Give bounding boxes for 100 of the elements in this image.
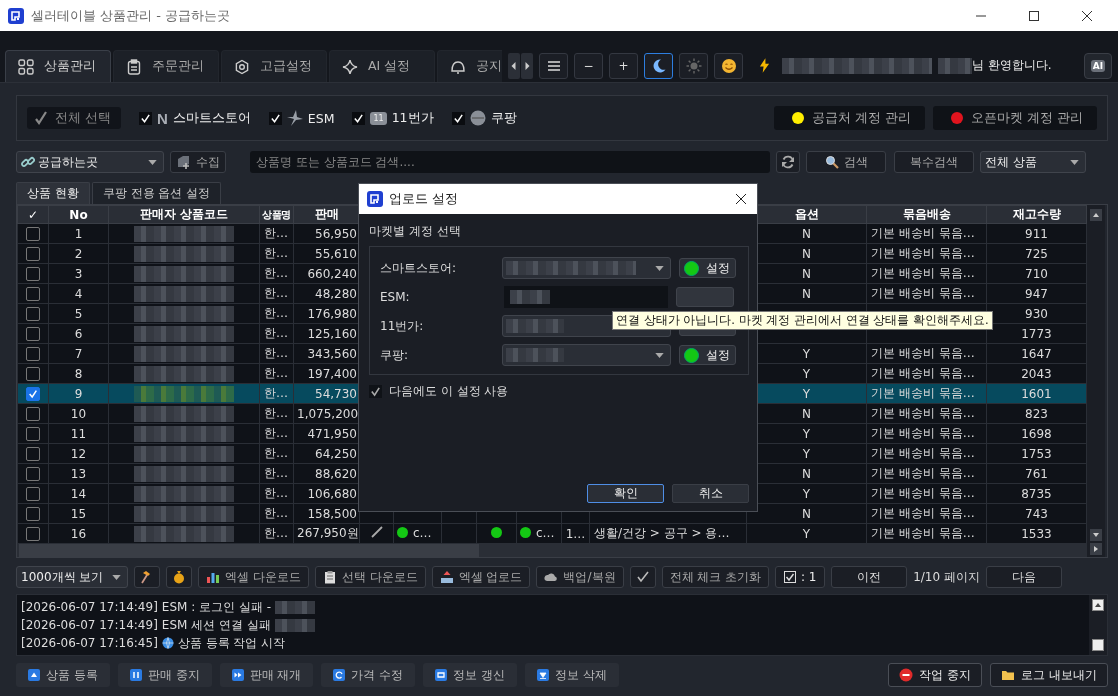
window-title: 셀러테이블 상품관리 - 공급하는곳 [31,6,231,25]
market-label: 11번가: [380,317,425,335]
table-cell: 한… [264,306,288,320]
table-cell: 생활/건강 > 공구 > 용… [594,526,730,540]
table-cell: 197,400 [307,366,357,381]
table-cell: 2 [74,246,83,261]
log-message: 상품 등록 작업 시작 [177,634,286,652]
log-message: ESM : 로그인 실패 - [161,598,271,616]
table-cell: 1647 [1021,346,1052,361]
table-cell: 1… [565,526,586,541]
table-cell: 823 [1025,406,1048,421]
section-title: 마켓별 계정 선택 [369,223,462,240]
table-cell: Y [802,426,811,441]
table-cell: 343,560 [307,346,357,361]
table-cell: 5 [74,306,83,321]
table-cell: 12 [70,446,87,461]
table-cell: 267,950원 [297,526,359,540]
table-cell: 기본 배송비 묶음… [871,446,975,460]
table-cell: c… [536,525,555,540]
table-cell: 기본 배송비 묶음… [871,506,975,520]
table-cell: 한… [264,326,288,340]
table-cell: 911 [1025,226,1048,241]
table-cell: 930 [1025,306,1048,321]
table-cell: 한… [264,366,288,380]
market-logo: 11 [370,111,387,125]
table-cell: N [802,246,811,261]
table-cell: Y [802,386,811,401]
table-cell: N [802,506,811,521]
market-label: 스마트스토어 [172,109,251,127]
table-cell: 한… [264,466,288,480]
table-cell: 한… [264,406,288,420]
tooltip: 연결 상태가 아닙니다. 마켓 계정 관리에서 연결 상태를 확인해주세요. [612,311,993,330]
table-cell: 기본 배송비 묶음… [871,486,975,500]
table-cell: 기본 배송비 묶음… [871,266,975,280]
checkbox-label: 다음에도 이 설정 사용 [389,383,509,400]
table-cell: Y [802,486,811,501]
table-cell: 56,950 [315,226,357,241]
table-cell: 158,500 [307,506,357,521]
table-cell: 1773 [1021,326,1052,341]
table-cell: 725 [1025,246,1048,261]
table-cell: N [802,226,811,241]
table-cell: 11 [70,426,87,441]
table-cell: 88,620 [315,466,357,481]
table-cell: 한… [264,446,288,460]
table-cell: Y [802,346,811,361]
log-time: [2026-06-07 17:14:49] [21,618,158,632]
table-cell: N [802,406,811,421]
table-cell: 1601 [1021,386,1052,401]
table-cell: 761 [1025,466,1048,481]
market-logo: N [157,109,168,127]
market-label: 스마트스토어: [380,259,458,277]
table-cell: Y [802,366,811,381]
table-cell: N [802,266,811,281]
table-cell: 743 [1025,506,1048,521]
log-time: [2026-06-07 17:16:45] [21,636,158,650]
table-cell: 한… [264,506,288,520]
table-cell: 기본 배송비 묶음… [871,406,975,420]
table-cell: 6 [74,326,83,341]
table-cell: 947 [1025,286,1048,301]
table-cell: 7 [74,346,83,361]
table-cell: 1533 [1021,526,1052,541]
table-cell: 55,610 [315,246,357,261]
table-cell: 16 [70,526,87,541]
welcome-text: 님 환영합니다. [972,57,1052,74]
table-cell: 8 [74,366,83,381]
table-cell: 기본 배송비 묶음… [871,466,975,480]
table-cell: 한… [264,526,288,540]
market-label: ESM: [380,290,411,304]
page-indicator: 1/10 페이지 [913,568,980,586]
table-cell: 13 [70,466,87,481]
table-cell: 기본 배송비 묶음… [871,386,975,400]
table-cell: c… [413,525,432,540]
table-cell: 기본 배송비 묶음… [871,246,975,260]
market-label: ESM [307,110,335,126]
table-cell: N [802,286,811,301]
table-cell: Y [802,446,811,461]
table-cell: 한… [264,386,288,400]
table-cell: 기본 배송비 묶음… [871,286,975,300]
table-cell: 8735 [1021,486,1052,501]
market-label: 11번가 [391,109,434,127]
table-cell: 기본 배송비 묶음… [871,346,975,360]
table-cell: 한… [264,346,288,360]
market-label: 쿠팡 [490,109,517,127]
table-cell: 125,160 [307,326,357,341]
table-cell: 9 [74,386,83,401]
table-cell: 4 [74,286,83,301]
table-cell: 2043 [1021,366,1052,381]
table-cell: 10 [70,406,87,421]
dialog-title: 업로드 설정 [389,190,459,208]
table-cell: 106,680 [307,486,357,501]
table-cell: 660,240 [307,266,357,281]
table-cell: 1698 [1021,426,1052,441]
table-cell: 54,730 [315,386,357,401]
table-cell: 한… [264,486,288,500]
table-cell: Y [802,526,811,541]
table-cell: 710 [1025,266,1048,281]
table-cell: N [802,466,811,481]
table-cell: 14 [70,486,87,501]
table-cell: 한… [264,286,288,300]
table-cell: 176,980 [307,306,357,321]
